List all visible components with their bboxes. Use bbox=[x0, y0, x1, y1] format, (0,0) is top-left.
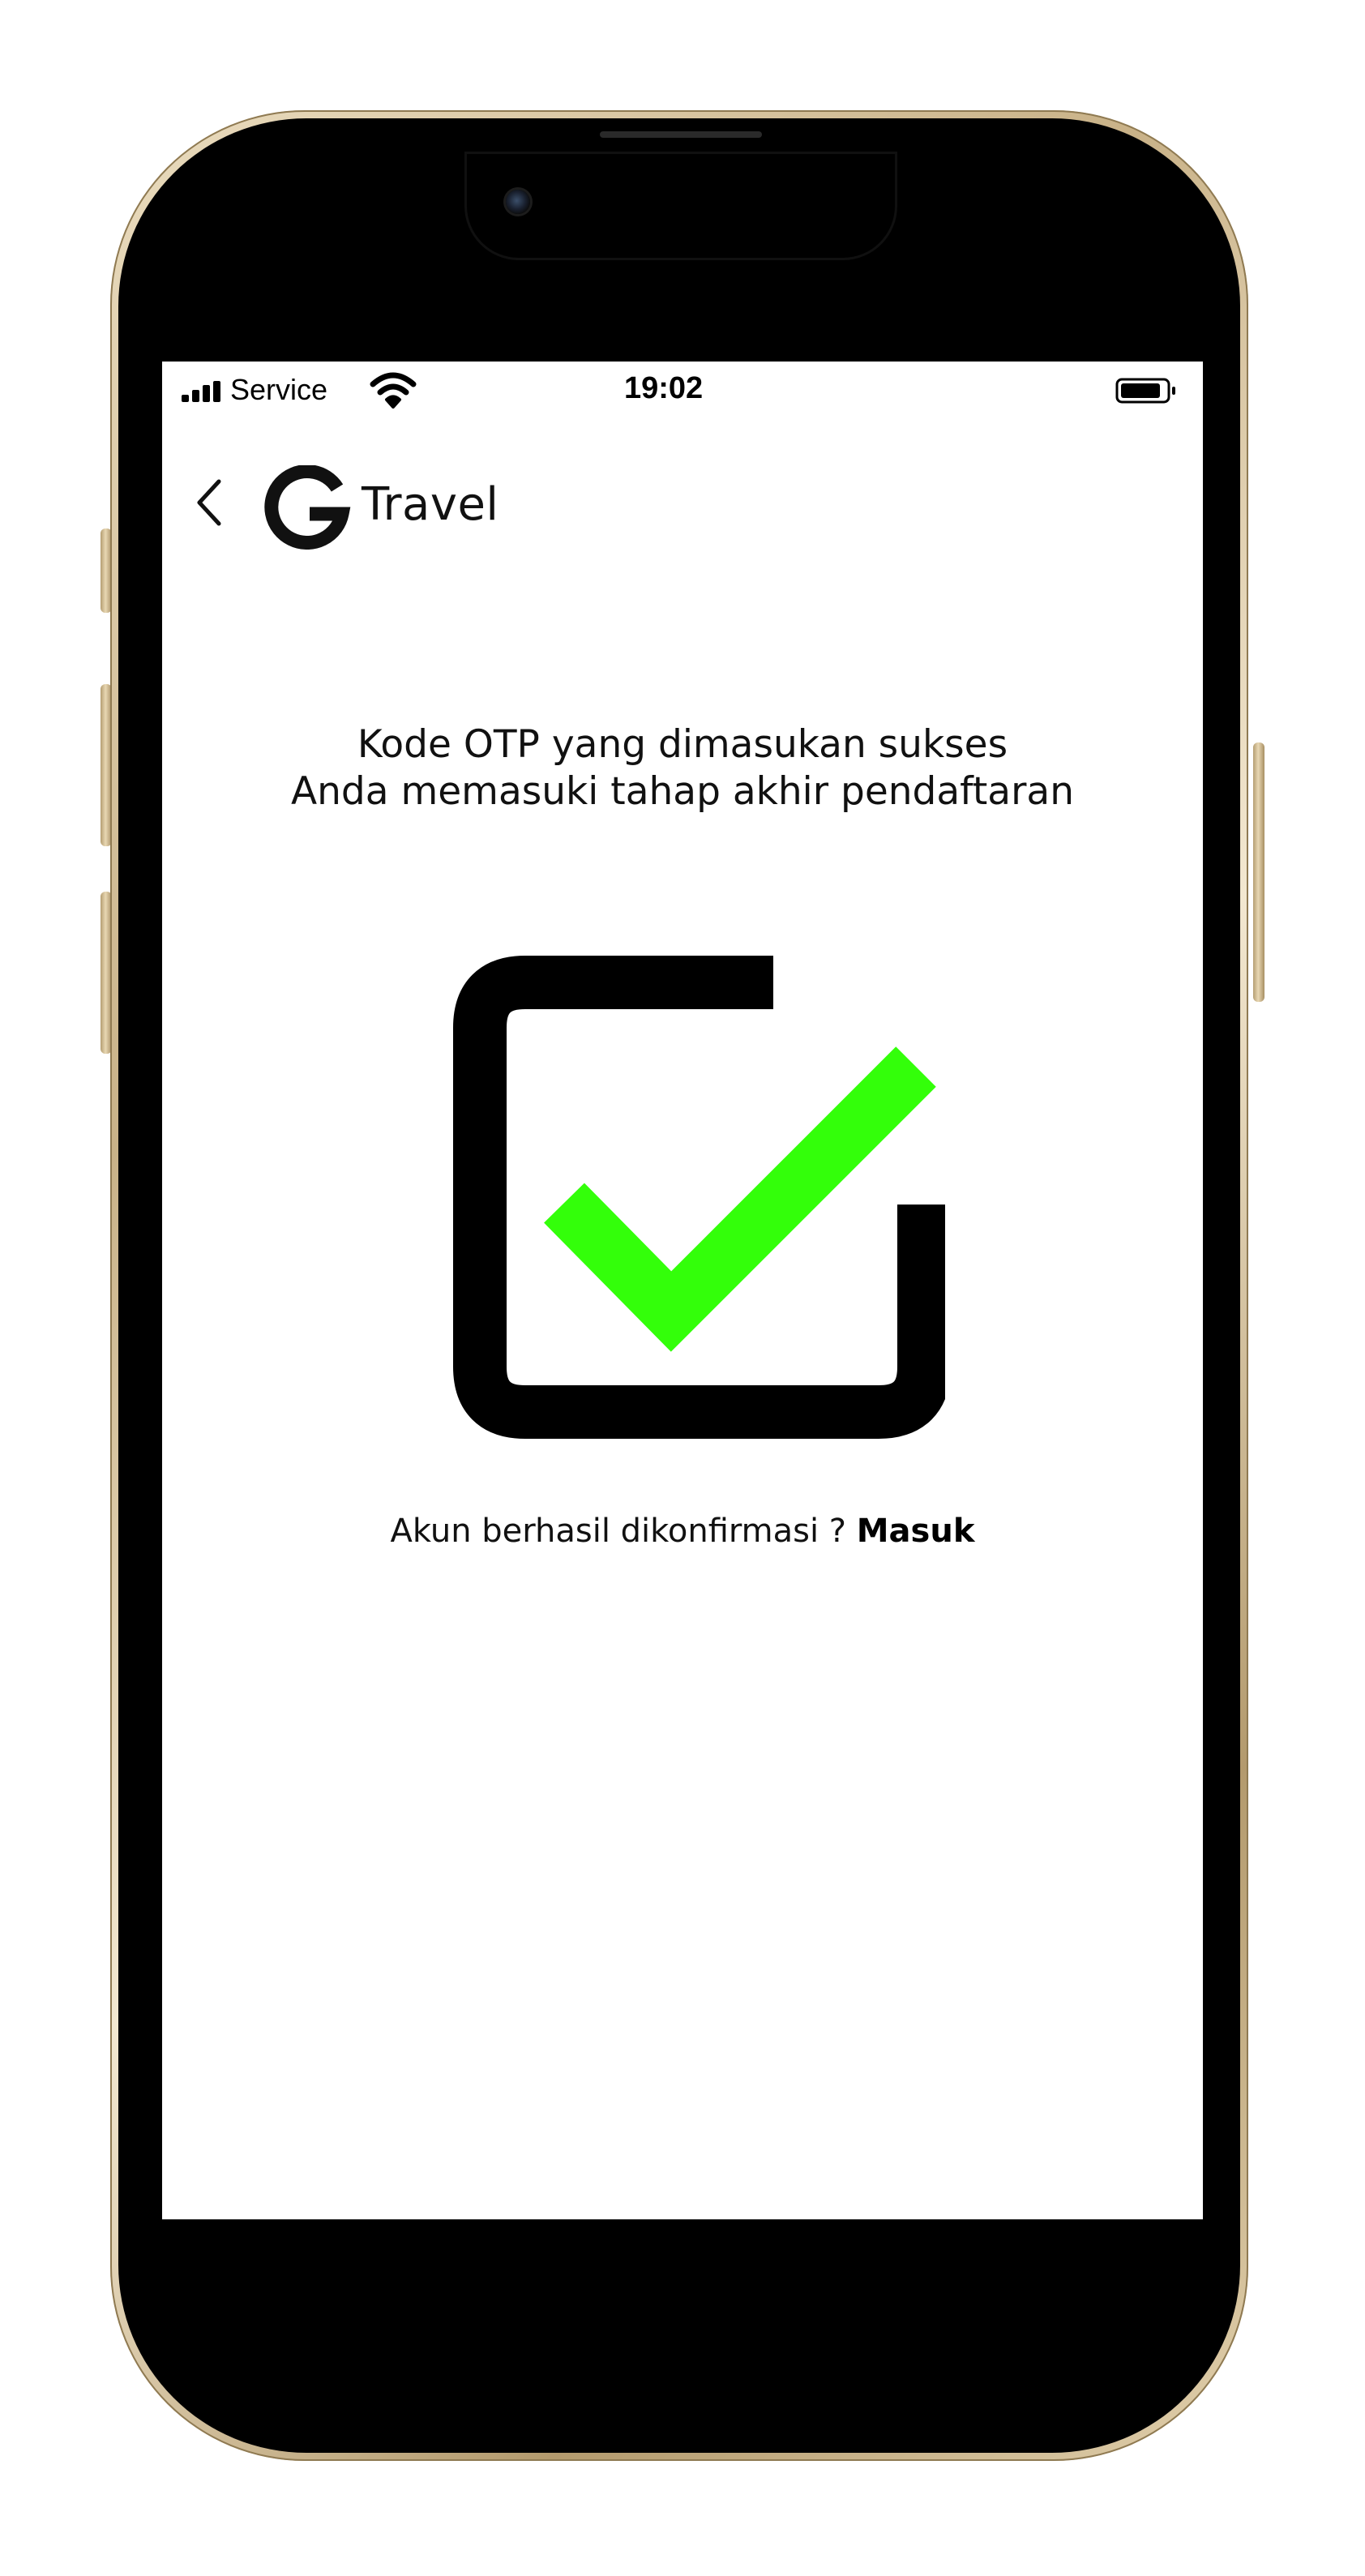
login-link[interactable]: Masuk bbox=[857, 1513, 975, 1550]
status-time: 19:02 bbox=[624, 371, 704, 405]
carrier-label: Service bbox=[230, 373, 328, 406]
power-button bbox=[1253, 742, 1264, 1002]
app-screen: Service 19:02 Travel Kode OTP yang dimas… bbox=[162, 362, 1203, 2219]
status-bar: Service 19:02 bbox=[162, 362, 1203, 418]
check-mark bbox=[544, 1046, 936, 1352]
chevron-left-icon[interactable] bbox=[193, 477, 225, 528]
brand-name: Travel bbox=[362, 478, 499, 531]
signal-icon bbox=[182, 381, 220, 402]
g-logo-icon bbox=[264, 465, 351, 550]
device-mockup: Service 19:02 Travel Kode OTP yang dimas… bbox=[0, 0, 1365, 2576]
message-line-2: Anda memasuki tahap akhir pendaftaran bbox=[290, 769, 1075, 814]
checkbox-checked-icon bbox=[453, 956, 945, 1439]
confirmation-text: Akun berhasil dikonfirmasi ? Masuk bbox=[162, 1513, 1203, 1550]
header: Travel bbox=[162, 451, 1203, 550]
wifi-icon bbox=[370, 372, 417, 409]
battery-icon bbox=[1115, 378, 1175, 404]
message-line-1: Kode OTP yang dimasukan sukses bbox=[357, 722, 1008, 767]
earpiece-speaker bbox=[600, 131, 762, 138]
confirmation-label: Akun berhasil dikonfirmasi ? bbox=[390, 1513, 857, 1550]
front-camera-icon bbox=[506, 190, 530, 214]
notch bbox=[467, 154, 895, 258]
success-message: Kode OTP yang dimasukan sukses Anda mema… bbox=[162, 721, 1203, 815]
